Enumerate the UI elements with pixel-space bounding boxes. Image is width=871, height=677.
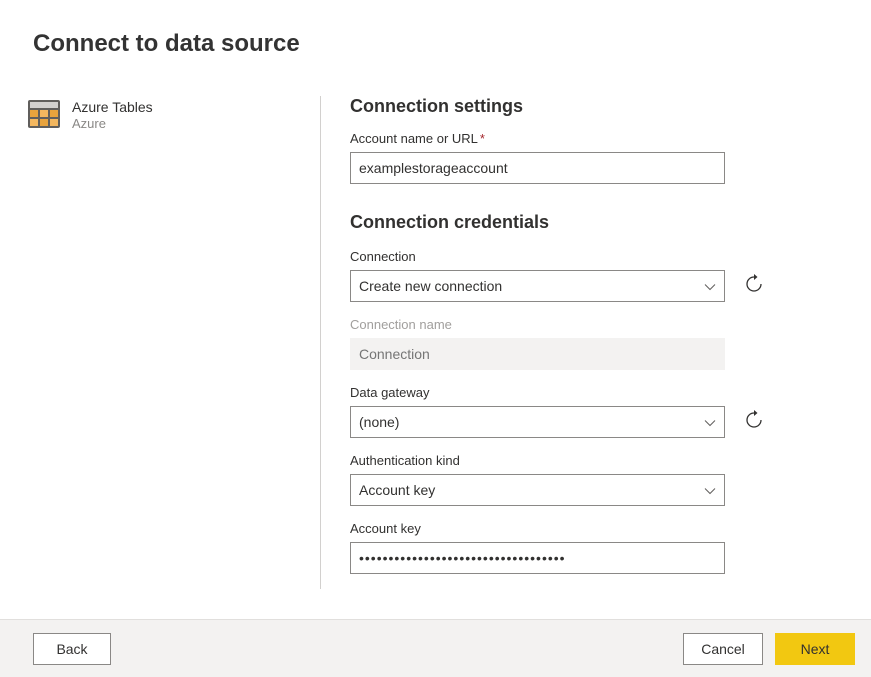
account-name-label: Account name or URL* — [350, 131, 801, 146]
required-indicator: * — [480, 131, 485, 146]
connection-name-label: Connection name — [350, 317, 801, 332]
chevron-down-icon — [704, 484, 716, 496]
auth-kind-select-value: Account key — [359, 482, 435, 498]
connection-label: Connection — [350, 249, 801, 264]
refresh-icon — [744, 410, 764, 435]
gateway-select-value: (none) — [359, 414, 399, 430]
connection-credentials-heading: Connection credentials — [350, 212, 801, 233]
account-name-input[interactable] — [350, 152, 725, 184]
auth-kind-label: Authentication kind — [350, 453, 801, 468]
connector-summary: Azure Tables Azure — [28, 96, 320, 589]
back-button[interactable]: Back — [33, 633, 111, 665]
connector-name: Azure Tables — [72, 98, 153, 116]
connection-select[interactable]: Create new connection — [350, 270, 725, 302]
chevron-down-icon — [704, 280, 716, 292]
connection-name-input — [350, 338, 725, 370]
refresh-connection-button[interactable] — [742, 274, 766, 298]
account-key-input[interactable] — [350, 542, 725, 574]
gateway-label: Data gateway — [350, 385, 801, 400]
account-key-label: Account key — [350, 521, 801, 536]
chevron-down-icon — [704, 416, 716, 428]
page-title: Connect to data source — [0, 0, 871, 58]
azure-tables-icon — [28, 98, 60, 130]
connection-select-value: Create new connection — [359, 278, 502, 294]
auth-kind-select[interactable]: Account key — [350, 474, 725, 506]
cancel-button[interactable]: Cancel — [683, 633, 763, 665]
refresh-gateway-button[interactable] — [742, 410, 766, 434]
next-button[interactable]: Next — [775, 633, 855, 665]
refresh-icon — [744, 274, 764, 299]
connector-publisher: Azure — [72, 116, 153, 133]
connection-settings-heading: Connection settings — [350, 96, 801, 117]
footer-bar: Back Cancel Next — [0, 619, 871, 677]
gateway-select[interactable]: (none) — [350, 406, 725, 438]
